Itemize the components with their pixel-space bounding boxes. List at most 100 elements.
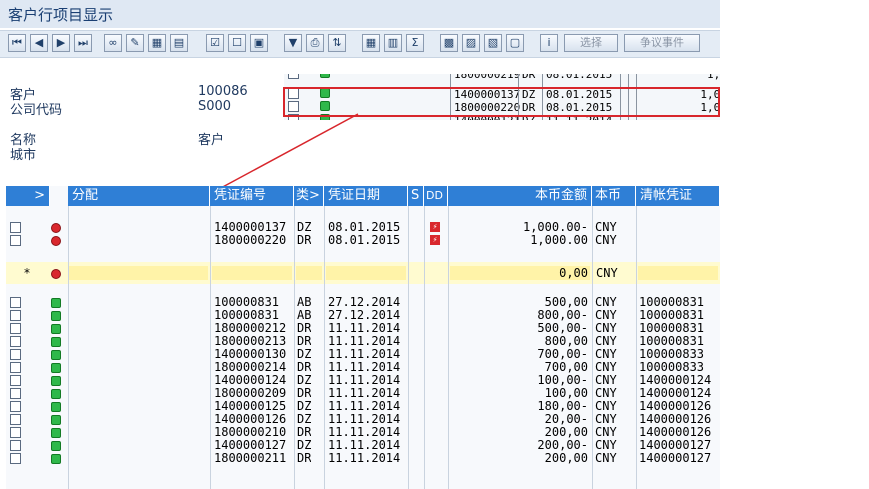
document-type-cell: DZ xyxy=(297,348,312,361)
row-checkbox[interactable] xyxy=(10,401,21,412)
table-row[interactable]: 1400000130 DZ 11.11.2014 CNY 100000833 700,00… xyxy=(6,348,720,361)
row-checkbox[interactable] xyxy=(10,414,21,425)
column-expand-header[interactable]: > xyxy=(6,186,50,206)
green-status-icon xyxy=(51,337,61,347)
document-number-cell: 1400000126 xyxy=(214,413,287,426)
column-local-amount[interactable]: 本币金额 xyxy=(448,186,592,206)
total-row: * 0,00 CNY xyxy=(6,262,720,284)
row-checkbox[interactable] xyxy=(10,388,21,399)
clearing-doc-cell: 100000831 xyxy=(639,322,705,335)
document-number-cell: 1800000214 xyxy=(214,361,287,374)
document-number-cell: 1400000130 xyxy=(214,348,287,361)
clearing-doc-cell: 1400000126 xyxy=(639,426,712,439)
amount-cell: 1,000.00 xyxy=(530,234,588,247)
table-row[interactable]: 1400000124 DZ 11.11.2014 CNY 1400000124 100,0… xyxy=(6,374,720,387)
row-checkbox[interactable] xyxy=(10,323,21,334)
document-date-cell: 08.01.2015 xyxy=(328,234,401,247)
row-checkbox[interactable] xyxy=(10,427,21,438)
column-document-date[interactable]: 凭证日期 xyxy=(324,186,408,206)
table-row[interactable]: 1800000209 DR 11.11.2014 CNY 1400000124 100,0… xyxy=(6,387,720,400)
table-row[interactable]: 1800000210 DR 11.11.2014 CNY 1400000126 200,0… xyxy=(6,426,720,439)
currency-cell: CNY xyxy=(595,374,617,387)
document-type-cell: DZ xyxy=(297,439,312,452)
table-row[interactable]: 1800000220 DR 08.01.2015 CNY 1,000.00 ⚡ xyxy=(6,234,720,247)
amount-cell: 200,00 xyxy=(544,452,588,465)
row-checkbox[interactable] xyxy=(10,453,21,464)
document-type-cell: DR xyxy=(297,452,312,465)
row-checkbox[interactable] xyxy=(10,440,21,451)
document-type-cell: AB xyxy=(297,309,312,322)
table-row[interactable]: 1800000214 DR 11.11.2014 CNY 100000833 700,00 xyxy=(6,361,720,374)
document-number-cell: 1800000210 xyxy=(214,426,287,439)
table-row[interactable]: 1400000125 DZ 11.11.2014 CNY 1400000126 180,0… xyxy=(6,400,720,413)
row-checkbox[interactable] xyxy=(10,310,21,321)
clearing-doc-cell: 1400000126 xyxy=(639,413,712,426)
green-status-icon xyxy=(51,441,61,451)
document-number-cell: 100000831 xyxy=(214,309,280,322)
row-checkbox[interactable] xyxy=(10,336,21,347)
clearing-doc-cell: 1400000127 xyxy=(639,439,712,452)
row-checkbox[interactable] xyxy=(10,375,21,386)
table-row[interactable]: 1800000211 DR 11.11.2014 CNY 1400000127 200,0… xyxy=(6,452,720,465)
column-document-number[interactable]: 凭证编号 xyxy=(210,186,294,206)
table-row[interactable]: 1800000212 DR 11.11.2014 CNY 100000831 500,00… xyxy=(6,322,720,335)
table-row[interactable]: 1800000213 DR 11.11.2014 CNY 100000831 800,00 xyxy=(6,335,720,348)
column-local-currency[interactable]: 本币 xyxy=(592,186,636,206)
document-number-cell: 1400000125 xyxy=(214,400,287,413)
document-date-cell: 11.11.2014 xyxy=(328,322,401,335)
document-type-cell: DZ xyxy=(297,221,312,234)
amount-cell: 500,00 xyxy=(544,296,588,309)
document-date-cell: 11.11.2014 xyxy=(328,400,401,413)
clearing-doc-cell: 100000831 xyxy=(639,335,705,348)
currency-cell: CNY xyxy=(595,413,617,426)
document-number-cell: 100000831 xyxy=(214,296,280,309)
amount-cell: 700,00 xyxy=(544,361,588,374)
document-type-cell: DZ xyxy=(297,413,312,426)
document-number-cell: 1400000124 xyxy=(214,374,287,387)
row-checkbox[interactable] xyxy=(10,235,21,246)
row-checkbox[interactable] xyxy=(10,362,21,373)
table-row[interactable]: 1400000137 DZ 08.01.2015 CNY 1,000.00- ⚡ xyxy=(6,221,720,234)
document-type-cell: AB xyxy=(297,296,312,309)
document-type-cell: DR xyxy=(297,426,312,439)
currency-cell: CNY xyxy=(595,296,617,309)
green-status-icon xyxy=(51,350,61,360)
currency-cell: CNY xyxy=(595,387,617,400)
clearing-doc-cell: 100000831 xyxy=(639,296,705,309)
amount-cell: 500,00- xyxy=(537,322,588,335)
column-due-date-symbol[interactable]: DD xyxy=(424,186,448,206)
row-checkbox[interactable] xyxy=(10,297,21,308)
green-status-icon xyxy=(51,324,61,334)
column-document-type[interactable]: 类> xyxy=(294,186,324,206)
document-type-cell: DZ xyxy=(297,374,312,387)
amount-cell: 200,00- xyxy=(537,439,588,452)
document-date-cell: 11.11.2014 xyxy=(328,387,401,400)
column-assignment[interactable]: 分配 xyxy=(68,186,210,206)
document-type-cell: DR xyxy=(297,387,312,400)
document-number-cell: 1400000137 xyxy=(214,221,287,234)
document-date-cell: 08.01.2015 xyxy=(328,221,401,234)
green-status-icon xyxy=(51,298,61,308)
column-special-gl[interactable]: S xyxy=(408,186,424,206)
amount-cell: 800,00 xyxy=(544,335,588,348)
table-row[interactable]: 100000831 AB 27.12.2014 CNY 100000831 500,00 xyxy=(6,296,720,309)
row-checkbox[interactable] xyxy=(10,349,21,360)
row-checkbox[interactable] xyxy=(10,222,21,233)
amount-cell: 100,00- xyxy=(537,374,588,387)
table-row[interactable]: 100000831 AB 27.12.2014 CNY 100000831 800,00- xyxy=(6,309,720,322)
green-status-icon xyxy=(51,363,61,373)
amount-cell: 20,00- xyxy=(544,413,588,426)
clearing-doc-cell: 100000833 xyxy=(639,348,705,361)
currency-cell: CNY xyxy=(595,221,617,234)
document-type-cell: DZ xyxy=(297,400,312,413)
table-row[interactable]: 1400000126 DZ 11.11.2014 CNY 1400000126 20,00… xyxy=(6,413,720,426)
document-date-cell: 11.11.2014 xyxy=(328,413,401,426)
clearing-doc-cell: 1400000126 xyxy=(639,400,712,413)
document-date-cell: 11.11.2014 xyxy=(328,374,401,387)
document-number-cell: 1400000127 xyxy=(214,439,287,452)
column-clearing-document[interactable]: 清帐凭证 xyxy=(636,186,720,206)
document-date-cell: 27.12.2014 xyxy=(328,296,401,309)
currency-cell: CNY xyxy=(595,348,617,361)
table-row[interactable]: 1400000127 DZ 11.11.2014 CNY 1400000127 200,0… xyxy=(6,439,720,452)
currency-cell: CNY xyxy=(595,426,617,439)
